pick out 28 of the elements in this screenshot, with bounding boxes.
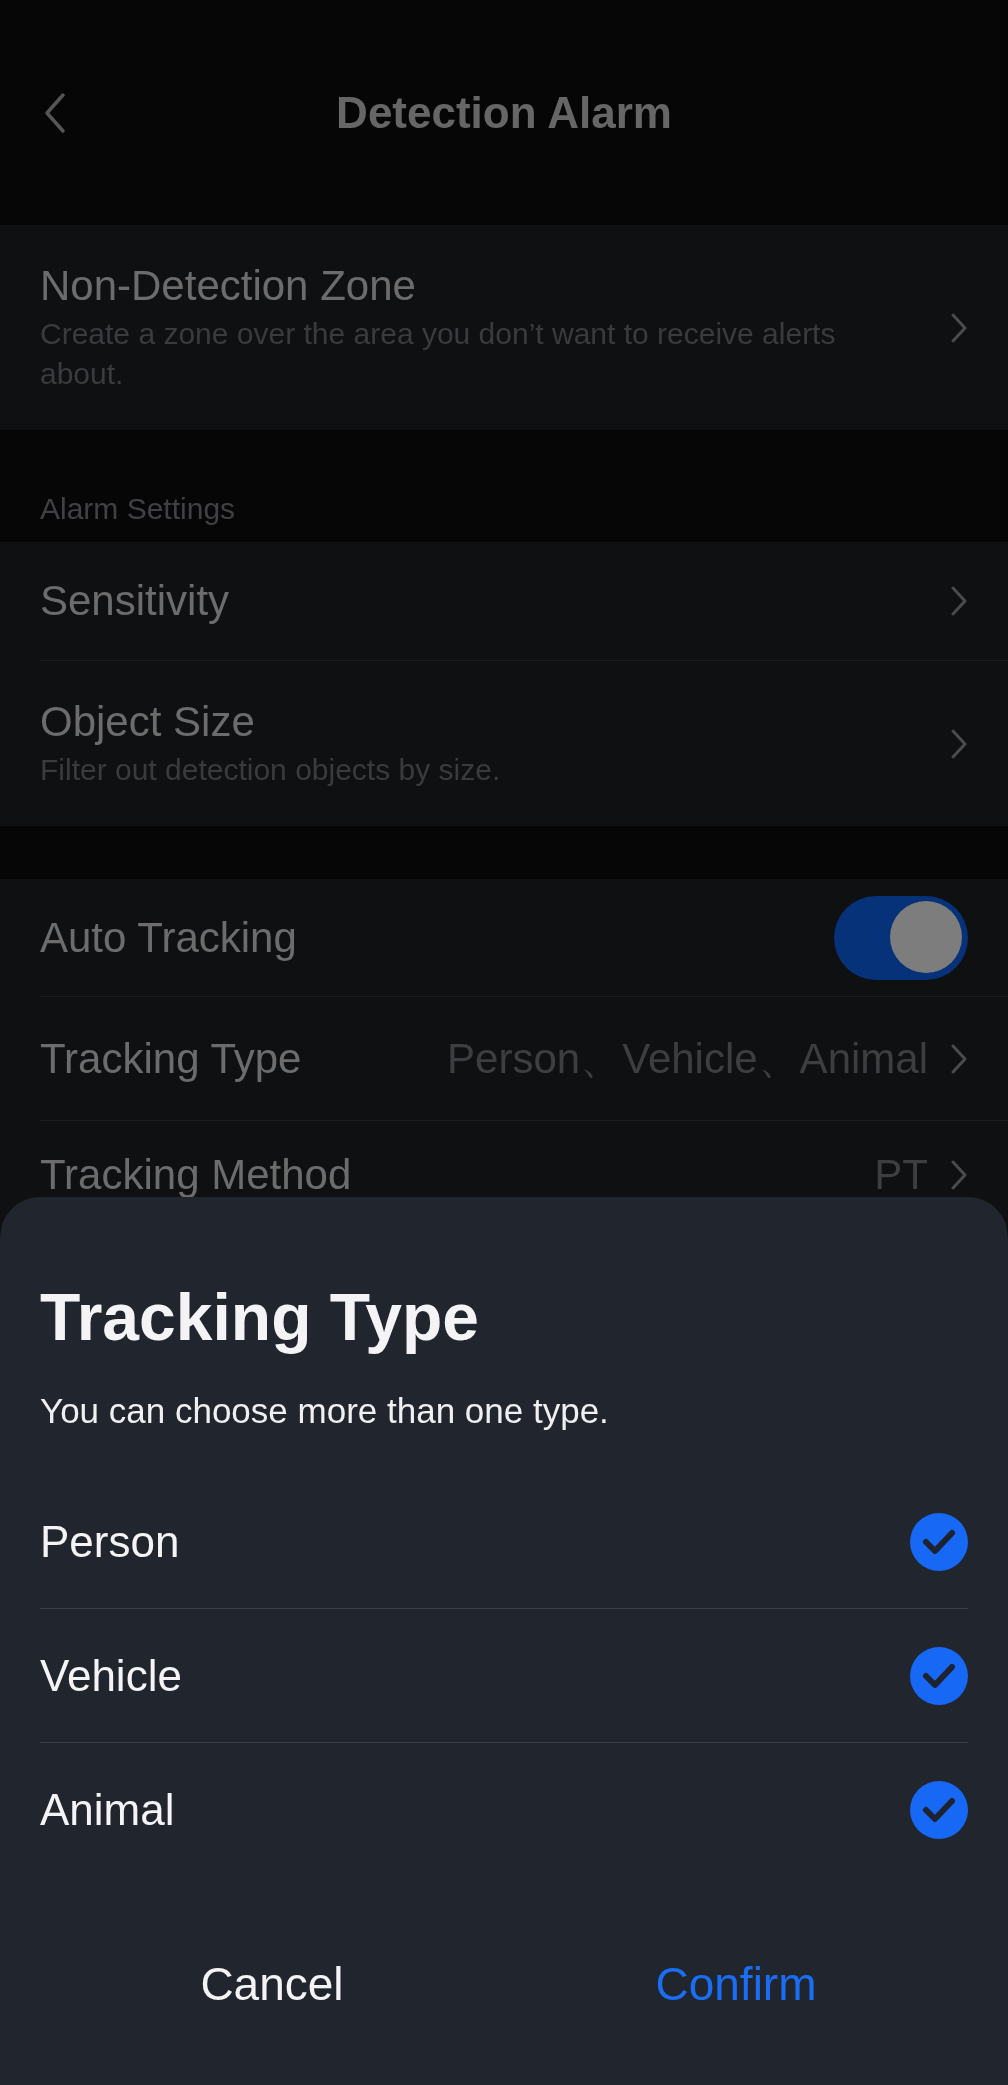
chevron-right-icon	[950, 311, 968, 344]
chevron-right-icon	[950, 1158, 968, 1191]
option-label: Vehicle	[40, 1650, 183, 1701]
section-label: Alarm Settings	[39, 491, 237, 527]
setting-title: Auto Tracking	[40, 913, 298, 962]
sheet-title: Tracking Type	[40, 1279, 480, 1355]
chevron-right-icon	[950, 1042, 968, 1075]
checked-icon[interactable]	[910, 1780, 968, 1839]
page-title: Detection Alarm	[336, 87, 672, 138]
confirm-button[interactable]: Confirm	[504, 1947, 968, 2021]
settings-row[interactable]: Sensitivity	[40, 542, 1008, 660]
checked-icon[interactable]	[910, 1512, 968, 1571]
setting-title: Tracking Method	[40, 1150, 353, 1199]
setting-title: Tracking Type	[40, 1034, 303, 1083]
chevron-right-icon	[950, 585, 968, 617]
chevron-right-icon	[950, 727, 968, 760]
option-label: Person	[40, 1516, 181, 1567]
setting-title: Non-Detection Zone	[40, 261, 417, 310]
setting-title: Sensitivity	[40, 577, 231, 625]
settings-row[interactable]: Auto Tracking	[40, 879, 1008, 996]
setting-title: Object Size	[40, 697, 256, 746]
option-row[interactable]: Animal	[40, 1742, 968, 1876]
option-label: Animal	[40, 1784, 176, 1835]
option-row[interactable]: Person	[40, 1475, 968, 1608]
checked-icon[interactable]	[910, 1646, 968, 1705]
option-row[interactable]: Vehicle	[40, 1608, 968, 1742]
sheet-subtitle: You can choose more than one type.	[40, 1391, 610, 1431]
cancel-button[interactable]: Cancel	[40, 1947, 504, 2021]
